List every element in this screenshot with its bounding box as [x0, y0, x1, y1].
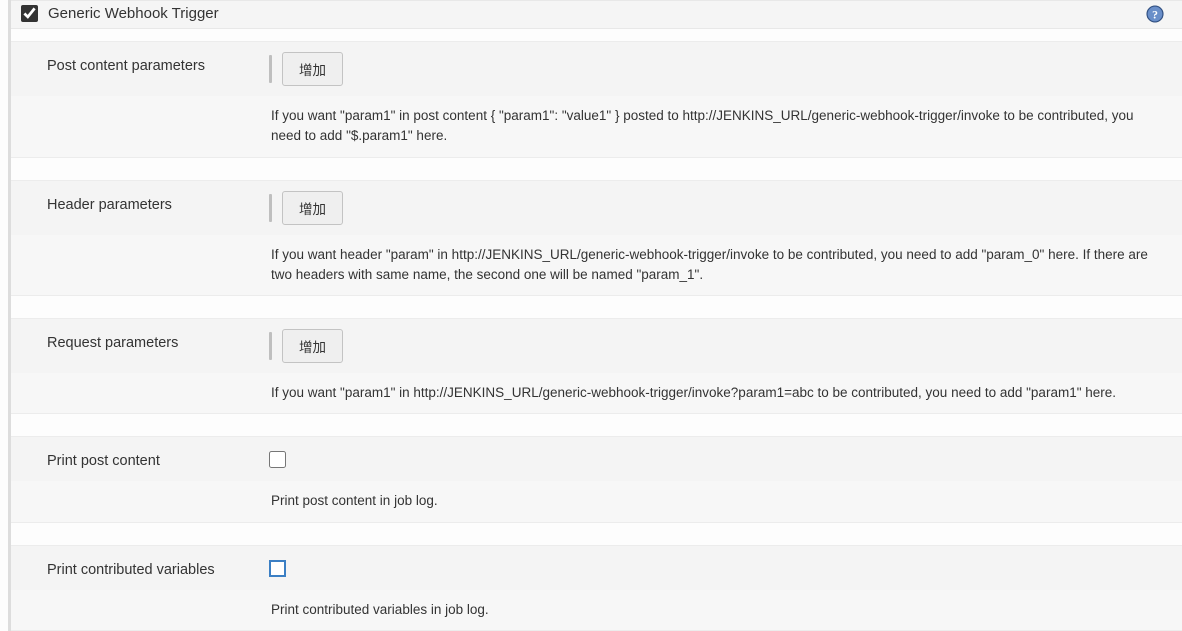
svg-text:?: ?	[1152, 9, 1158, 22]
drag-handle	[269, 332, 272, 360]
generic-webhook-trigger-label: Generic Webhook Trigger	[48, 5, 219, 22]
print-post-content-label: Print post content	[11, 447, 261, 469]
print-contributed-variables-description: Print contributed variables in job log.	[11, 590, 1182, 630]
print-contributed-variables-section: Print contributed variables Print contri…	[11, 545, 1182, 631]
print-contributed-variables-checkbox[interactable]	[269, 560, 286, 577]
print-post-content-description: Print post content in job log.	[11, 481, 1182, 521]
request-parameters-description: If you want "param1" in http://JENKINS_U…	[11, 373, 1182, 413]
post-content-parameters-section: Post content parameters 增加 If you want "…	[11, 41, 1182, 158]
add-header-param-button[interactable]: 增加	[282, 191, 343, 225]
add-request-param-button[interactable]: 增加	[282, 329, 343, 363]
add-post-content-button[interactable]: 增加	[282, 52, 343, 86]
drag-handle	[269, 194, 272, 222]
trigger-header-row: Generic Webhook Trigger ?	[11, 0, 1182, 29]
print-post-content-checkbox[interactable]	[269, 451, 286, 468]
request-parameters-label: Request parameters	[11, 329, 261, 351]
header-parameters-label: Header parameters	[11, 191, 261, 213]
header-parameters-section: Header parameters 增加 If you want header …	[11, 180, 1182, 297]
help-icon[interactable]: ?	[1146, 5, 1164, 23]
generic-webhook-trigger-checkbox[interactable]	[21, 5, 38, 22]
print-contributed-variables-label: Print contributed variables	[11, 556, 261, 578]
header-parameters-description: If you want header "param" in http://JEN…	[11, 235, 1182, 296]
request-parameters-section: Request parameters 增加 If you want "param…	[11, 318, 1182, 414]
post-content-description: If you want "param1" in post content { "…	[11, 96, 1182, 157]
print-post-content-section: Print post content Print post content in…	[11, 436, 1182, 522]
drag-handle	[269, 55, 272, 83]
post-content-parameters-label: Post content parameters	[11, 52, 261, 74]
